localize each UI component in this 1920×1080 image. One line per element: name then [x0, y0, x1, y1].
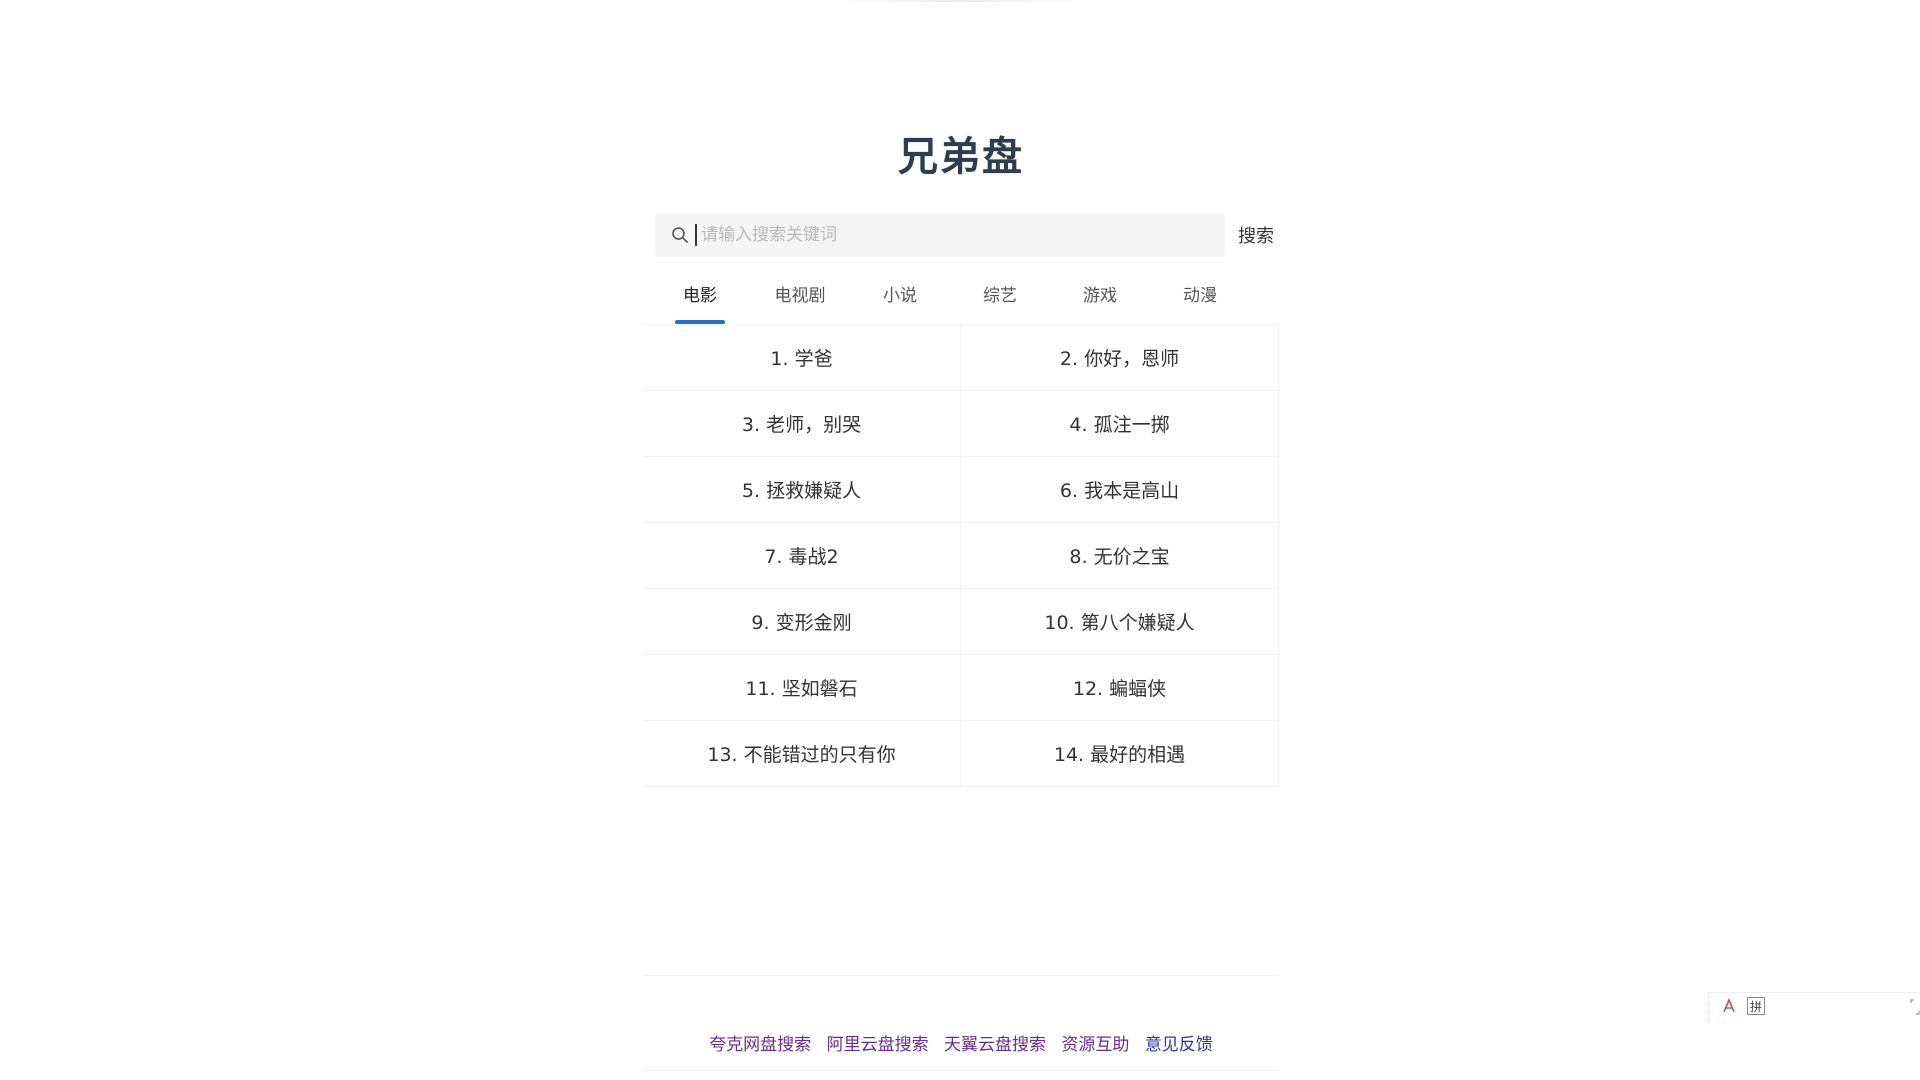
ranking-item[interactable]: 3. 老师，别哭: [643, 391, 961, 456]
footer-divider: [643, 1070, 1279, 1071]
ranking-item[interactable]: 14. 最好的相遇: [961, 721, 1279, 786]
tab-tv-series[interactable]: 电视剧: [770, 276, 830, 324]
search-box[interactable]: [655, 213, 1225, 257]
search-input[interactable]: [695, 224, 1221, 246]
tab-variety[interactable]: 综艺: [980, 276, 1020, 324]
category-tabs: 电影 电视剧 小说 综艺 游戏 动漫: [675, 276, 1275, 324]
ime-pinyin-icon[interactable]: 拼: [1747, 997, 1765, 1015]
footer-link-quark-search[interactable]: 夸克网盘搜索: [709, 1035, 811, 1055]
search-button[interactable]: 搜索: [1233, 213, 1279, 257]
top-divider: [830, 0, 1090, 2]
site-title: 兄弟盘: [898, 134, 1024, 180]
ranking-item[interactable]: 2. 你好，恩师: [961, 325, 1279, 390]
tab-label: 综艺: [983, 286, 1017, 306]
search-row: 搜索: [655, 213, 1279, 257]
table-row: 7. 毒战2 8. 无价之宝: [643, 523, 1279, 589]
search-icon: [671, 226, 689, 244]
tab-movie[interactable]: 电影: [675, 276, 725, 324]
ranking-item[interactable]: 13. 不能错过的只有你: [643, 721, 961, 786]
ranking-item[interactable]: 1. 学爸: [643, 325, 961, 390]
footer-link-tianyi-search[interactable]: 天翼云盘搜索: [944, 1035, 1046, 1055]
footer-link-aliyun-search[interactable]: 阿里云盘搜索: [827, 1035, 929, 1055]
table-row: 9. 变形金刚 10. 第八个嫌疑人: [643, 589, 1279, 655]
table-row: 3. 老师，别哭 4. 孤注一掷: [643, 391, 1279, 457]
ranking-item[interactable]: 9. 变形金刚: [643, 589, 961, 654]
footer-divider: [643, 975, 1279, 976]
ranking-item[interactable]: 6. 我本是高山: [961, 457, 1279, 522]
ime-logo-icon[interactable]: [1721, 997, 1737, 1015]
footer-links: 夸克网盘搜索 阿里云盘搜索 天翼云盘搜索 资源互助 意见反馈: [643, 1030, 1279, 1055]
tab-game[interactable]: 游戏: [1080, 276, 1120, 324]
footer-link-feedback[interactable]: 意见反馈: [1145, 1035, 1213, 1055]
ranking-item[interactable]: 12. 蝙蝠侠: [961, 655, 1279, 720]
ranking-item[interactable]: 5. 拯救嫌疑人: [643, 457, 961, 522]
tab-label: 电影: [683, 286, 717, 306]
tab-label: 电视剧: [774, 286, 826, 306]
page: 兄弟盘 搜索 电影 电视剧 小说: [0, 0, 1920, 1080]
tab-anime[interactable]: 动漫: [1180, 276, 1220, 324]
ranking-item[interactable]: 10. 第八个嫌疑人: [961, 589, 1279, 654]
ranking-item[interactable]: 7. 毒战2: [643, 523, 961, 588]
expand-icon[interactable]: [1909, 997, 1920, 1017]
ime-toolbar: 拼: [1708, 992, 1920, 1023]
table-row: 1. 学爸 2. 你好，恩师: [643, 325, 1279, 391]
ranking-item[interactable]: 4. 孤注一掷: [961, 391, 1279, 456]
ranking-item[interactable]: 11. 坚如磐石: [643, 655, 961, 720]
table-row: 5. 拯救嫌疑人 6. 我本是高山: [643, 457, 1279, 523]
tab-label: 小说: [883, 286, 917, 306]
tab-label: 动漫: [1183, 286, 1217, 306]
tab-novel[interactable]: 小说: [880, 276, 920, 324]
table-row: 11. 坚如磐石 12. 蝙蝠侠: [643, 655, 1279, 721]
table-row: 13. 不能错过的只有你 14. 最好的相遇: [643, 721, 1279, 787]
footer-link-resource-help[interactable]: 资源互助: [1061, 1035, 1129, 1055]
tab-label: 游戏: [1083, 286, 1117, 306]
ranking-grid: 1. 学爸 2. 你好，恩师 3. 老师，别哭 4. 孤注一掷 5. 拯救嫌疑人…: [643, 324, 1279, 787]
ranking-item[interactable]: 8. 无价之宝: [961, 523, 1279, 588]
